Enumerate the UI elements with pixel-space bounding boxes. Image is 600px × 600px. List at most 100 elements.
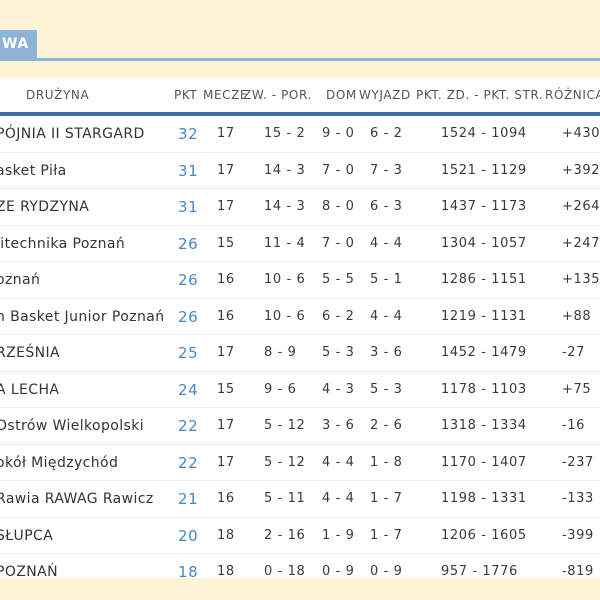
header-mecze[interactable]: MECZE (203, 88, 248, 102)
table-row[interactable]: SŁUPCA 20 18 2 - 16 1 - 9 1 - 7 1206 - 1605 -39… (0, 518, 600, 554)
points: 31 (178, 198, 199, 216)
games: 17 (217, 199, 235, 214)
home-record: 7 - 0 (322, 162, 355, 178)
point-difference: +135 (562, 272, 600, 287)
point-difference: +430 (562, 126, 600, 141)
points: 22 (178, 453, 199, 472)
home-record: 4 - 4 (322, 491, 355, 506)
points: 26 (178, 234, 199, 253)
header-team[interactable]: DRUŻYNA (26, 88, 89, 102)
standings-table: DRUŻYNA PKT MECZE ZW. - POR. DOM WYJAZD … (0, 78, 600, 591)
away-record: 1 - 7 (370, 491, 403, 506)
header-dom[interactable]: DOM (326, 88, 357, 102)
wins-losses: 10 - 6 (264, 272, 306, 287)
points: 31 (178, 161, 199, 180)
point-difference: +247 (562, 235, 600, 251)
wins-losses: 0 - 18 (264, 564, 306, 579)
games: 16 (217, 491, 235, 506)
away-record: 5 - 1 (370, 272, 403, 287)
table-row[interactable]: PÓJNIA II STARGARD 32 17 15 - 2 9 - 0 6 - 2 15… (0, 116, 600, 153)
points-for-against: 1170 - 1407 (441, 454, 527, 470)
home-record: 3 - 6 (322, 418, 355, 433)
table-row[interactable]: litechnika Poznań 26 15 11 - 4 7 - 0 4 - 4 130… (0, 226, 600, 262)
wins-losses: 9 - 6 (264, 381, 297, 397)
table-row[interactable]: n Basket Junior Poznań 26 16 10 - 6 6 - 2 4 -… (0, 299, 600, 335)
team-name[interactable]: ZE RYDZYNA (0, 199, 89, 215)
points: 25 (178, 344, 199, 362)
wins-losses: 5 - 12 (264, 418, 306, 433)
point-difference: -16 (562, 418, 586, 433)
away-record: 2 - 6 (370, 418, 403, 433)
table-row[interactable]: oznań 26 16 10 - 6 5 - 5 5 - 1 1286 - 1151 +135 (0, 262, 600, 299)
header-pkt[interactable]: PKT (174, 88, 197, 102)
home-record: 8 - 0 (322, 199, 355, 214)
point-difference: +75 (562, 381, 592, 397)
header-pkt-zd-str[interactable]: PKT. ZD. - PKT. STR. (416, 88, 543, 102)
table-row[interactable]: asket Piła 31 17 14 - 3 7 - 0 7 - 3 1521 - 112… (0, 153, 600, 189)
games: 15 (217, 381, 235, 397)
team-name[interactable]: PÓJNIA II STARGARD (0, 126, 145, 142)
point-difference: -819 (562, 564, 594, 579)
points-for-against: 1198 - 1331 (441, 491, 527, 506)
team-name[interactable]: n Basket Junior Poznań (0, 309, 164, 325)
team-name[interactable]: A LECHA (0, 382, 59, 398)
table-row[interactable]: Ostrów Wielkopolski 22 17 5 - 12 3 - 6 2 - 6 1… (0, 408, 600, 445)
point-difference: -399 (562, 527, 594, 543)
points: 26 (178, 271, 199, 289)
away-record: 4 - 4 (370, 235, 403, 251)
wins-losses: 8 - 9 (264, 345, 297, 360)
points-for-against: 1437 - 1173 (441, 199, 527, 214)
point-difference: +88 (562, 308, 592, 324)
team-name[interactable]: Ostrów Wielkopolski (0, 418, 144, 434)
wins-losses: 10 - 6 (264, 308, 306, 324)
team-name[interactable]: SŁUPCA (0, 528, 53, 544)
away-record: 6 - 3 (370, 199, 403, 214)
header-zw-por[interactable]: ZW. - POR. (243, 88, 312, 102)
wins-losses: 14 - 3 (264, 162, 306, 178)
home-record: 6 - 2 (322, 308, 355, 324)
away-record: 4 - 4 (370, 308, 403, 324)
point-difference: +392 (562, 162, 600, 178)
away-record: 7 - 3 (370, 162, 403, 178)
table-row[interactable]: A LECHA 24 15 9 - 6 4 - 3 5 - 3 1178 - 1103 +75 (0, 372, 600, 408)
table-header: DRUŻYNA PKT MECZE ZW. - POR. DOM WYJAZD … (0, 78, 600, 112)
games: 17 (217, 345, 235, 360)
points: 22 (178, 417, 199, 435)
away-record: 3 - 6 (370, 345, 403, 360)
table-tab[interactable]: WA (0, 30, 37, 58)
team-name[interactable]: oznań (0, 272, 40, 288)
team-name[interactable]: RZEŚNIA (0, 345, 60, 361)
games: 17 (217, 454, 235, 470)
table-row[interactable]: okół Międzychód 22 17 5 - 12 4 - 4 1 - 8 1170 … (0, 445, 600, 481)
points-for-against: 1178 - 1103 (441, 381, 527, 397)
team-name[interactable]: Rawia RAWAG Rawicz (0, 491, 154, 507)
home-record: 0 - 9 (322, 564, 355, 579)
point-difference: -133 (562, 491, 594, 506)
home-record: 4 - 3 (322, 381, 355, 397)
team-name[interactable]: litechnika Poznań (0, 236, 125, 252)
home-record: 5 - 3 (322, 345, 355, 360)
header-roznica[interactable]: RÓŻNICA (545, 88, 600, 102)
table-row[interactable]: ZE RYDZYNA 31 17 14 - 3 8 - 0 6 - 3 1437 - 117… (0, 189, 600, 226)
point-difference: -27 (562, 345, 586, 360)
points-for-against: 1521 - 1129 (441, 162, 527, 178)
points-for-against: 1452 - 1479 (441, 345, 527, 360)
point-difference: +264 (562, 199, 600, 214)
table-row[interactable]: Rawia RAWAG Rawicz 21 16 5 - 11 4 - 4 1 - 7 11… (0, 481, 600, 518)
games: 15 (217, 235, 235, 251)
table-row[interactable]: RZEŚNIA 25 17 8 - 9 5 - 3 3 - 6 1452 - 1479 -27 (0, 335, 600, 372)
header-wyjazd[interactable]: WYJAZD (359, 88, 411, 102)
games: 17 (217, 126, 235, 141)
points: 32 (178, 125, 199, 143)
wins-losses: 5 - 12 (264, 454, 306, 470)
point-difference: -237 (562, 454, 594, 470)
points-for-against: 1286 - 1151 (441, 272, 527, 287)
points-for-against: 1206 - 1605 (441, 527, 527, 543)
away-record: 0 - 9 (370, 564, 403, 579)
team-name[interactable]: okół Międzychód (0, 455, 118, 471)
points: 21 (178, 490, 199, 508)
team-name[interactable]: asket Piła (0, 163, 67, 179)
home-record: 4 - 4 (322, 454, 355, 470)
points: 20 (178, 526, 199, 545)
wins-losses: 15 - 2 (264, 126, 306, 141)
